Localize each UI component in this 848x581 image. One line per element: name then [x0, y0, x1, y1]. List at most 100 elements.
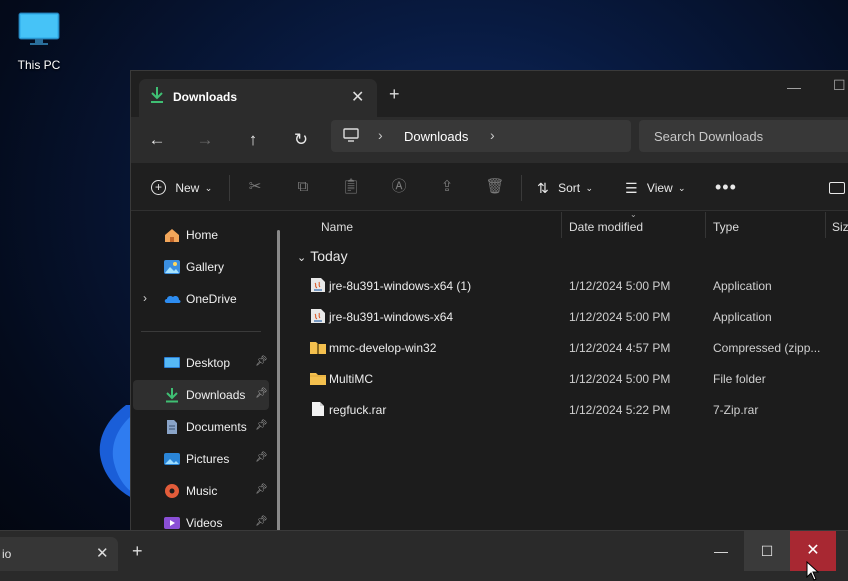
- column-divider[interactable]: [825, 212, 826, 238]
- delete-icon[interactable]: 🗑︎: [485, 176, 505, 198]
- file-name: MultiMC: [329, 372, 373, 386]
- maximize-icon[interactable]: ☐: [833, 77, 846, 94]
- column-divider[interactable]: [561, 212, 562, 238]
- folder-icon: [310, 373, 326, 385]
- sidebar-scrollbar[interactable]: [277, 230, 280, 531]
- sidebar-item-downloads[interactable]: Downloads 📌︎: [133, 380, 269, 410]
- file-date: 1/12/2024 5:00 PM: [569, 310, 671, 324]
- file-row[interactable]: mmc-develop-win32 1/12/2024 4:57 PM Comp…: [297, 333, 848, 363]
- group-header-today[interactable]: ⌄ Today: [297, 248, 348, 264]
- sidebar-item-gallery[interactable]: Gallery: [133, 252, 269, 282]
- breadcrumb-chevron-icon[interactable]: ›: [378, 127, 383, 143]
- column-divider[interactable]: [705, 212, 706, 238]
- pin-icon[interactable]: 📌︎: [255, 516, 268, 527]
- sidebar-item-label: Downloads: [186, 388, 246, 402]
- view-button-label: View: [646, 180, 673, 195]
- file-type: Compressed (zipp...: [713, 341, 821, 355]
- sidebar-item-pictures[interactable]: Pictures 📌︎: [133, 444, 269, 474]
- sidebar-item-music[interactable]: Music 📌︎: [133, 476, 269, 506]
- rename-icon[interactable]: Ⓐ: [389, 176, 409, 198]
- sidebar-item-desktop[interactable]: Desktop 📌︎: [133, 348, 269, 378]
- sort-icon: ⇅: [537, 179, 549, 196]
- file-row[interactable]: jre-8u391-windows-x64 (1) 1/12/2024 5:00…: [297, 271, 848, 301]
- search-box[interactable]: Search Downloads: [639, 120, 848, 152]
- cut-icon[interactable]: ✂: [245, 176, 265, 198]
- back-arrow-icon[interactable]: ←: [143, 127, 171, 153]
- sidebar-item-onedrive[interactable]: › OneDrive: [133, 284, 269, 314]
- breadcrumb-downloads[interactable]: Downloads: [404, 129, 468, 144]
- onedrive-icon: [164, 295, 181, 303]
- sidebar-item-label: Documents: [186, 420, 247, 434]
- up-arrow-icon[interactable]: ↑: [239, 127, 267, 153]
- new-button[interactable]: + New ⌄: [151, 176, 212, 198]
- java-installer-icon: [311, 278, 325, 292]
- java-installer-icon: [311, 309, 325, 323]
- sidebar-item-videos[interactable]: Videos 📌︎: [133, 508, 269, 531]
- collapse-chevron-icon: ⌄: [297, 252, 307, 264]
- file-row[interactable]: regfuck.rar 1/12/2024 5:22 PM 7-Zip.rar: [297, 395, 848, 425]
- pin-icon[interactable]: 📌︎: [255, 420, 268, 431]
- desktop-this-pc-shortcut[interactable]: This PC: [14, 10, 64, 76]
- browser-tab[interactable]: io ✕: [0, 537, 118, 571]
- file-type: 7-Zip.rar: [713, 403, 759, 417]
- tab-close-icon[interactable]: ✕: [351, 87, 364, 107]
- file-name: mmc-develop-win32: [329, 341, 437, 355]
- tab-title: Downloads: [173, 90, 238, 104]
- file-name: regfuck.rar: [329, 403, 387, 417]
- paste-icon[interactable]: 📋︎: [341, 176, 361, 198]
- copy-icon[interactable]: ⧉: [293, 176, 313, 198]
- sidebar-item-label: OneDrive: [186, 292, 237, 306]
- more-options-icon[interactable]: •••: [715, 176, 737, 198]
- chevron-down-icon: ⌄: [585, 182, 593, 193]
- minimize-icon[interactable]: —: [710, 537, 732, 565]
- sidebar-item-label: Pictures: [186, 452, 230, 466]
- toolbar-divider: [521, 175, 522, 201]
- pin-icon[interactable]: 📌︎: [255, 356, 268, 367]
- close-tab-icon[interactable]: ✕: [96, 544, 109, 562]
- file-type: Application: [713, 310, 772, 324]
- view-list-icon: ☰: [625, 179, 638, 196]
- file-date: 1/12/2024 5:22 PM: [569, 403, 671, 417]
- view-button[interactable]: ☰ View ⌄: [625, 176, 686, 198]
- share-icon[interactable]: ⇪: [437, 176, 457, 198]
- column-header-date[interactable]: Date modified: [569, 220, 643, 234]
- column-header-size[interactable]: Size: [832, 220, 848, 234]
- file-type: Application: [713, 279, 772, 293]
- column-header-type[interactable]: Type: [713, 220, 739, 234]
- browser-window-titlebar: io ✕ + — ☐ ✕: [0, 530, 848, 581]
- expand-chevron-icon[interactable]: ›: [143, 291, 147, 305]
- computer-icon: [343, 128, 359, 142]
- address-bar[interactable]: › Downloads ›: [331, 120, 631, 152]
- maximize-icon[interactable]: ☐: [744, 531, 790, 571]
- gallery-icon: [164, 260, 180, 274]
- minimize-icon[interactable]: —: [787, 79, 801, 95]
- new-tab-plus-icon[interactable]: +: [389, 84, 400, 105]
- chevron-down-icon: ⌄: [204, 182, 213, 193]
- new-tab-plus-icon[interactable]: +: [132, 541, 143, 562]
- sort-button-label: Sort: [558, 180, 581, 195]
- pin-icon[interactable]: 📌︎: [255, 452, 268, 463]
- file-date: 1/12/2024 5:00 PM: [569, 279, 671, 293]
- toolbar-divider: [229, 175, 230, 201]
- sort-button[interactable]: ⇅ Sort ⌄: [537, 176, 593, 198]
- breadcrumb-chevron-icon[interactable]: ›: [490, 127, 495, 143]
- file-row[interactable]: jre-8u391-windows-x64 1/12/2024 5:00 PM …: [297, 302, 848, 332]
- mouse-cursor-icon: [806, 561, 820, 581]
- sidebar-item-label: Home: [186, 228, 219, 242]
- pin-icon[interactable]: 📌︎: [255, 484, 268, 495]
- tab-downloads[interactable]: Downloads ✕: [139, 79, 377, 117]
- title-bar: Downloads ✕ + — ☐: [131, 71, 848, 117]
- details-pane-icon[interactable]: [829, 176, 845, 198]
- forward-arrow-icon[interactable]: →: [191, 127, 219, 153]
- sidebar-item-label: Desktop: [186, 356, 231, 370]
- refresh-icon[interactable]: ↻: [287, 127, 315, 153]
- sidebar-item-home[interactable]: Home: [133, 220, 269, 250]
- pin-icon[interactable]: 📌︎: [255, 388, 268, 399]
- column-header-name[interactable]: Name: [321, 220, 353, 234]
- sidebar-item-documents[interactable]: Documents 📌︎: [133, 412, 269, 442]
- file-row[interactable]: MultiMC 1/12/2024 5:00 PM File folder: [297, 364, 848, 394]
- documents-icon: [167, 420, 177, 434]
- home-icon: [165, 229, 179, 242]
- sidebar-item-label: Music: [186, 484, 218, 498]
- browser-tab-title: io: [2, 547, 12, 561]
